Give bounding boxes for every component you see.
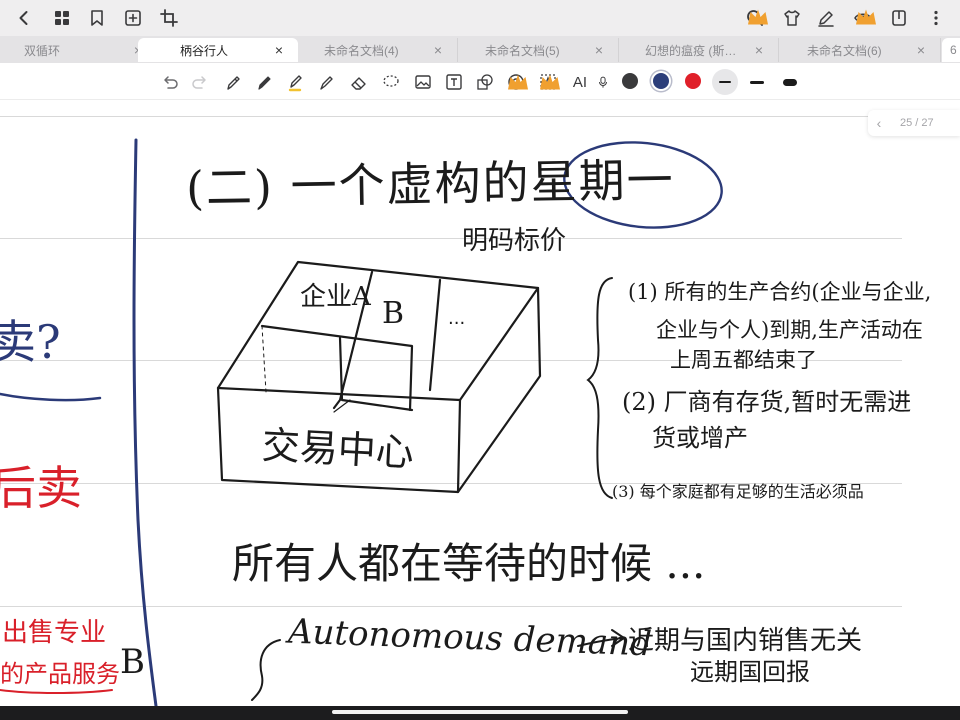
note-subtitle: 明码标价 (462, 226, 567, 256)
premium-crown-icon (856, 9, 876, 25)
point-line: 上周五都结束了 (670, 348, 817, 372)
tab-label: 未命名文档(4) (324, 43, 399, 58)
search-icon[interactable] (741, 4, 769, 32)
pen-icon[interactable] (252, 69, 278, 95)
close-icon[interactable]: × (752, 42, 766, 58)
note-icon[interactable] (885, 4, 913, 32)
diagram-label: 交易中心 (260, 423, 415, 475)
margin-note: 的产品服务 (0, 660, 120, 688)
margin-line (132, 138, 158, 706)
close-icon[interactable]: × (914, 42, 928, 58)
diagram-label: B (382, 296, 405, 331)
ink-stroke (0, 689, 113, 694)
add-page-icon[interactable] (119, 4, 147, 32)
tab-bar: 双循环 × 柄谷行人 × 未命名文档(4) × 未命名文档(5) × 幻想的瘟疫… (0, 36, 960, 63)
home-indicator[interactable] (332, 710, 628, 714)
ocr-icon[interactable] (503, 69, 529, 95)
color-swatch-dark[interactable] (622, 73, 638, 89)
ink-brace (251, 639, 281, 701)
diagram-label: ... (448, 308, 466, 329)
close-icon[interactable]: × (431, 42, 445, 58)
bookmark-icon[interactable] (83, 4, 111, 32)
ai-button[interactable]: AI (567, 69, 593, 95)
more-icon[interactable] (922, 4, 950, 32)
point-line: (3) 每个家庭都有足够的生活必须品 (612, 482, 864, 501)
undo-icon[interactable] (157, 69, 183, 95)
stroke-thick[interactable] (777, 69, 803, 95)
eraser-icon[interactable] (346, 69, 372, 95)
close-icon[interactable]: × (592, 42, 606, 58)
stroke-medium[interactable] (744, 69, 770, 95)
color-swatch-red[interactable] (685, 73, 701, 89)
margin-note: B (120, 642, 145, 682)
crop-icon[interactable] (155, 4, 183, 32)
pen-mode-icon[interactable] (812, 4, 840, 32)
redo-icon[interactable] (187, 69, 213, 95)
marker-icon[interactable] (314, 69, 340, 95)
point-line: (1) 所有的生产合约(企业与企业, (628, 280, 932, 304)
tab-label: 6 (950, 43, 957, 57)
tab-label: 未命名文档(6) (807, 43, 882, 58)
page-counter: 25 / 27 (900, 117, 934, 129)
lasso-pen-icon[interactable] (221, 69, 247, 95)
tab-label: 未命名文档(5) (485, 43, 560, 58)
shapes-icon[interactable] (472, 69, 498, 95)
highlighter-icon[interactable] (283, 69, 309, 95)
diagram-label: 企业A (300, 282, 371, 312)
image-icon[interactable] (410, 69, 436, 95)
back-icon[interactable] (10, 4, 38, 32)
tab-label: 柄谷行人 (180, 43, 229, 58)
drawing-toolbar: AI (0, 63, 960, 100)
tab-document[interactable]: 未命名文档(6) × (781, 38, 941, 62)
tab-document[interactable]: 未命名文档(5) × (459, 38, 619, 62)
ink-stroke (0, 392, 102, 402)
note-title: (二) 一个虚构的星期一 (185, 152, 676, 216)
point-line: (2) 厂商有存货,暂时无需进 (622, 388, 912, 416)
grid-icon[interactable] (48, 4, 76, 32)
premium-crown-icon (748, 9, 768, 25)
eye-icon[interactable] (849, 4, 877, 32)
text-box-icon[interactable] (441, 69, 467, 95)
margin-note: 后卖 (0, 461, 82, 515)
margin-note: 卖? (0, 315, 61, 369)
tab-document[interactable]: 幻想的瘟疫 (斯… × (619, 38, 779, 62)
chevron-left-icon[interactable]: ‹ (868, 115, 890, 131)
tab-label: 幻想的瘟疫 (斯… (645, 43, 737, 58)
tab-document-active[interactable]: 柄谷行人 × (138, 38, 298, 62)
close-icon[interactable]: × (272, 42, 286, 58)
margin-note: 出售专业 (2, 618, 107, 648)
microphone-icon[interactable] (596, 69, 610, 95)
ink-brace (586, 277, 613, 499)
shirt-icon[interactable] (778, 4, 806, 32)
stroke-thin-selected[interactable] (712, 69, 738, 95)
premium-crown-icon (540, 74, 560, 90)
page-navigator: ‹ 25 / 27 (868, 110, 960, 136)
tab-document[interactable]: 未命名文档(4) × (298, 38, 458, 62)
tab-document-overflow[interactable]: 6 (942, 38, 960, 62)
lasso-icon[interactable] (378, 69, 404, 95)
tab-label: 双循环 (24, 43, 61, 58)
color-swatch-navy-selected[interactable] (653, 73, 669, 89)
tab-document[interactable]: 双循环 × (0, 38, 158, 62)
text-recognition-icon[interactable] (535, 69, 561, 95)
point-line: 货或增产 (652, 424, 748, 452)
point-line: 企业与个人)到期,生产活动在 (656, 318, 923, 342)
statement-line: 所有人都在等待的时候 ... (232, 539, 706, 588)
top-toolbar (0, 0, 960, 37)
ad-note: 远期国回报 (690, 658, 810, 686)
note-canvas[interactable]: (二) 一个虚构的星期一 明码标价 卖? 后卖 出售专业 的产品服务 B 企业A… (0, 100, 960, 706)
bottom-bar (0, 706, 960, 720)
premium-crown-icon (508, 74, 528, 90)
